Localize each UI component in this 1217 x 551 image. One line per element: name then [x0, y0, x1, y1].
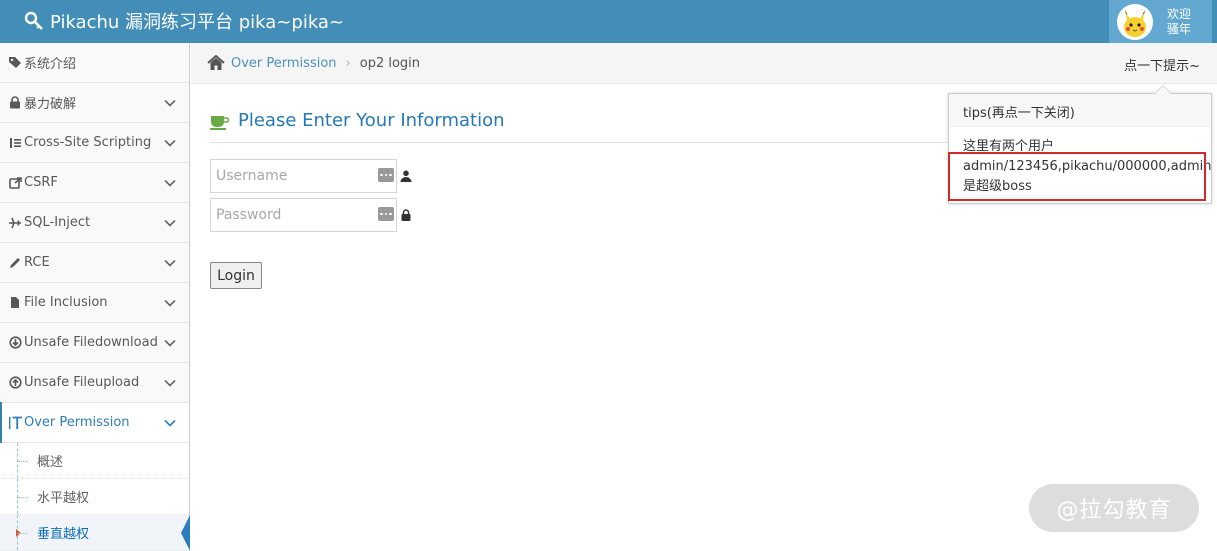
sidebar-item-file-inclusion[interactable]: File Inclusion	[0, 283, 189, 323]
brand[interactable]: Pikachu 漏洞练习平台 pika~pika~	[24, 8, 344, 34]
chevron-down-icon	[164, 219, 176, 227]
plane-icon	[7, 216, 23, 230]
password-field	[210, 198, 397, 232]
breadcrumb-link[interactable]: Over Permission	[231, 56, 337, 71]
sidebar-item-fileupload[interactable]: Unsafe Fileupload	[0, 363, 189, 403]
sidebar-subitem-label: 水平越权	[37, 491, 90, 506]
welcome-text: 欢迎 骚年	[1167, 6, 1192, 36]
chevron-down-icon	[164, 139, 176, 147]
sidebar-item-over-permission[interactable]: Over Permission	[0, 402, 189, 443]
sidebar-item-label: Cross-Site Scripting	[24, 135, 152, 150]
sidebar-item-sqli[interactable]: SQL-Inject	[0, 203, 189, 243]
sidebar-subitem-vertical[interactable]: 垂直越权	[0, 515, 190, 551]
pikachu-avatar-icon	[1119, 5, 1151, 38]
chevron-down-icon	[164, 259, 176, 267]
breadcrumb: Over Permission › op2 login 点一下提示~	[191, 43, 1217, 84]
chevron-down-icon	[164, 299, 176, 307]
popover-title: tips(再点一下关闭)	[949, 94, 1211, 127]
key-icon	[24, 11, 43, 30]
sidebar-item-label: CSRF	[24, 175, 58, 190]
popover-arrow	[1154, 85, 1172, 94]
watermark: @拉勾教育	[1029, 484, 1199, 532]
highlight-annotation	[948, 152, 1206, 201]
sidebar-item-label: Unsafe Fileupload	[24, 375, 140, 390]
sidebar-item-label: 系统介绍	[24, 57, 77, 72]
avatar	[1117, 3, 1153, 40]
sidebar-item-rce[interactable]: RCE	[0, 243, 189, 283]
chevron-down-icon	[164, 379, 176, 387]
sidebar-item-label: Unsafe Filedownload	[24, 335, 158, 350]
sidebar-subitem-overview[interactable]: 概述	[0, 443, 189, 479]
more-icon[interactable]	[378, 168, 394, 182]
chevron-down-icon	[164, 99, 176, 107]
user-icon	[400, 170, 412, 182]
username-input[interactable]	[211, 160, 371, 192]
divider	[210, 142, 947, 143]
sidebar-item-label: Over Permission	[24, 415, 130, 430]
sidebar-item-csrf[interactable]: CSRF	[0, 163, 189, 203]
more-icon[interactable]	[378, 207, 394, 221]
sidebar-item-bruteforce[interactable]: 暴力破解	[0, 83, 189, 123]
app-title: Pikachu 漏洞练习平台 pika~pika~	[50, 12, 345, 33]
caret-right-icon	[16, 529, 21, 537]
top-navbar: Pikachu 漏洞练习平台 pika~pika~ 欢迎 骚年	[0, 0, 1217, 43]
sidebar-subitem-label: 概述	[37, 455, 64, 470]
sidebar-item-xss[interactable]: Cross-Site Scripting	[0, 123, 189, 163]
text-icon	[7, 416, 23, 430]
file-icon	[7, 296, 23, 310]
chevron-down-icon	[164, 339, 176, 347]
pencil-icon	[7, 256, 23, 270]
download-icon	[7, 336, 23, 350]
sidebar: 系统介绍 暴力破解 Cross-Site Scripting CSRF SQL-…	[0, 43, 190, 551]
username-field	[210, 159, 397, 193]
breadcrumb-current: op2 login	[359, 55, 421, 71]
upload-icon	[7, 376, 23, 390]
hint-link[interactable]: 点一下提示~	[1124, 55, 1200, 74]
chevron-right-icon: ›	[345, 55, 351, 71]
sidebar-subitem-label: 垂直越权	[37, 527, 90, 542]
active-indicator	[181, 515, 190, 551]
lock-icon	[401, 209, 411, 221]
page-title: Please Enter Your Information	[238, 110, 505, 131]
lock-icon	[7, 96, 23, 110]
sidebar-item-label: File Inclusion	[24, 295, 108, 310]
user-menu[interactable]: 欢迎 骚年	[1109, 0, 1212, 43]
list-icon	[7, 136, 23, 150]
page-header: Please Enter Your Information	[210, 110, 505, 131]
sidebar-item-label: 暴力破解	[24, 97, 77, 112]
chevron-down-icon	[164, 419, 176, 427]
sidebar-item-intro[interactable]: 系统介绍	[0, 43, 189, 83]
sidebar-item-label: SQL-Inject	[24, 215, 91, 230]
sidebar-subitem-horizontal[interactable]: 水平越权	[0, 479, 189, 515]
coffee-icon	[210, 115, 230, 130]
password-input[interactable]	[211, 199, 371, 231]
tags-icon	[7, 56, 23, 70]
chevron-down-icon	[164, 179, 176, 187]
sidebar-item-label: RCE	[24, 255, 50, 270]
sidebar-item-filedownload[interactable]: Unsafe Filedownload	[0, 323, 189, 363]
share-icon	[7, 176, 23, 190]
home-icon[interactable]	[207, 55, 225, 71]
login-button[interactable]: Login	[210, 262, 262, 289]
